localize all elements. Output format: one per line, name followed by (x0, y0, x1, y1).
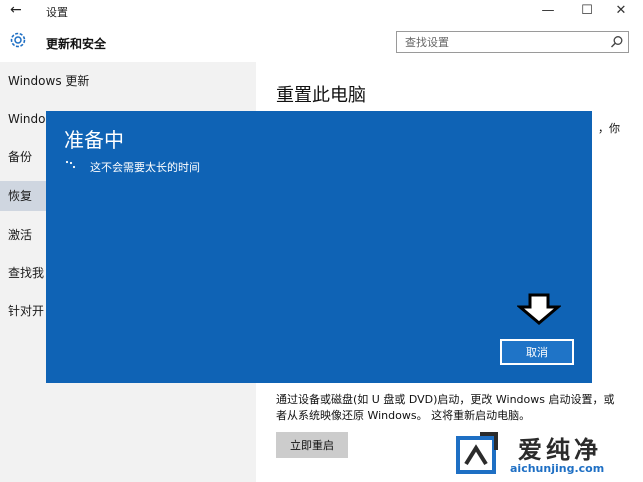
restart-now-button[interactable]: 立即重启 (276, 432, 348, 458)
dialog-message: 这不会需要太长的时间 (90, 161, 200, 174)
section-title: 更新和安全 (46, 37, 107, 51)
search-input[interactable] (397, 32, 605, 52)
hidden-text-fragment: ，你 (598, 122, 620, 135)
gear-icon (10, 32, 26, 48)
spinner-icon (65, 160, 76, 169)
logo-icon (456, 432, 498, 474)
sidebar-item-windows-update[interactable]: Windows 更新 (0, 66, 256, 96)
search-box[interactable] (396, 31, 629, 53)
down-arrow-icon (517, 293, 561, 325)
dialog-title: 准备中 (64, 128, 124, 152)
watermark: 爱纯净 aichunjing.com (448, 428, 642, 480)
back-arrow-icon[interactable]: ← (10, 2, 22, 18)
maximize-button[interactable]: ☐ (572, 1, 602, 21)
brand-url: aichunjing.com (510, 462, 605, 475)
settings-header: 更新和安全 (0, 22, 643, 62)
window-title: 设置 (46, 6, 68, 19)
title-bar: ← 设置 — ☐ ✕ (0, 0, 643, 22)
close-button[interactable]: ✕ (606, 1, 636, 21)
page-title: 重置此电脑 (276, 85, 366, 106)
minimize-button[interactable]: — (533, 1, 563, 21)
brand-name: 爱纯净 (518, 436, 602, 464)
advanced-startup-description: 通过设备或磁盘(如 U 盘或 DVD)启动，更改 Windows 启动设置，或者… (276, 393, 615, 422)
search-icon[interactable] (610, 35, 624, 49)
preparing-dialog: 准备中 这不会需要太长的时间 取消 (46, 111, 592, 383)
cancel-button[interactable]: 取消 (500, 339, 574, 365)
